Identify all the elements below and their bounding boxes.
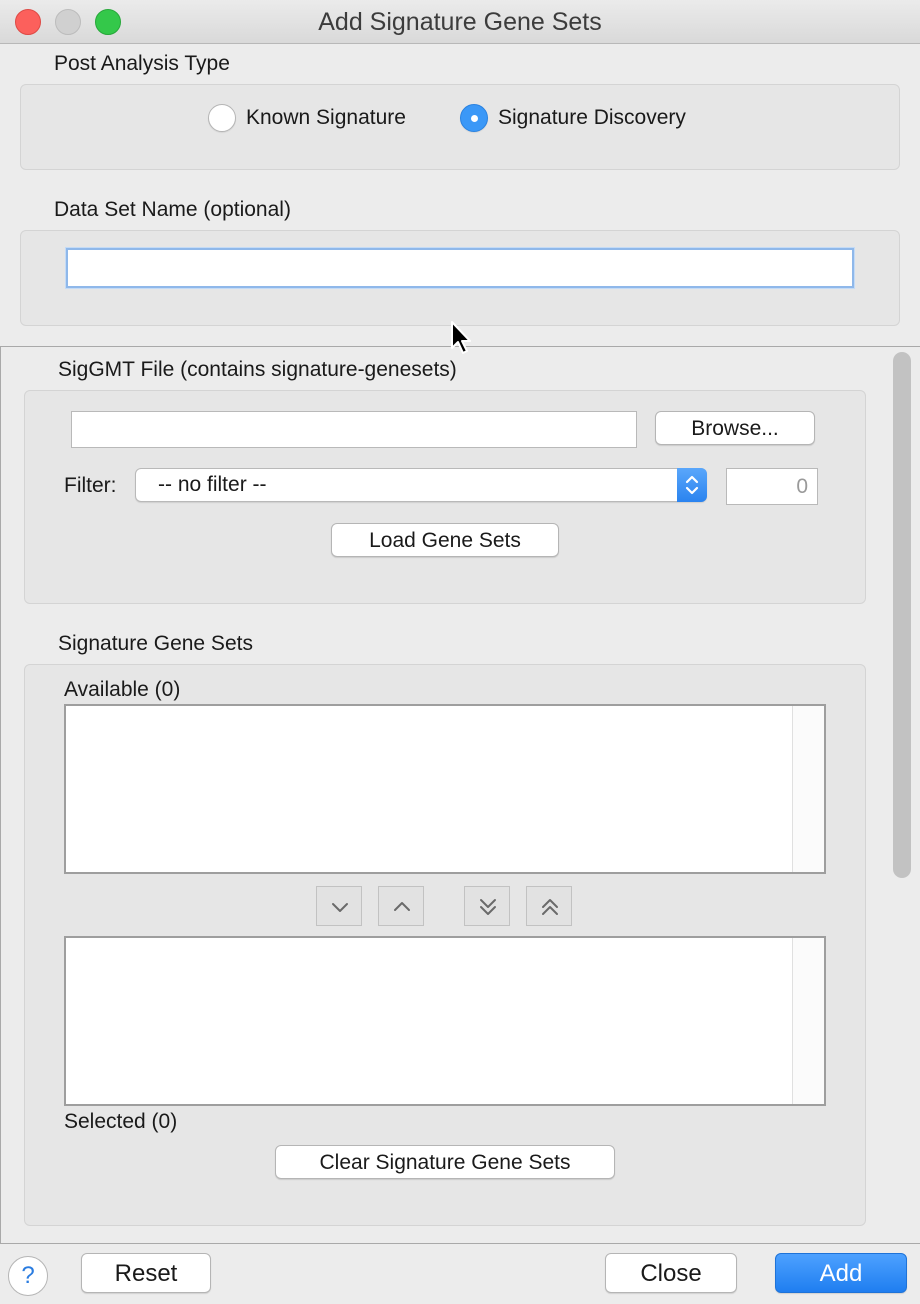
known-signature-radio[interactable] — [208, 104, 236, 132]
filter-label: Filter: — [64, 474, 117, 497]
selected-label: Selected (0) — [64, 1110, 178, 1133]
post-analysis-type-panel — [20, 84, 900, 170]
move-all-up-button[interactable] — [526, 886, 572, 926]
chevron-down-icon — [329, 897, 351, 922]
signature-discovery-radio[interactable] — [460, 104, 488, 132]
signature-gene-sets-label: Signature Gene Sets — [58, 632, 253, 655]
vertical-scrollbar-thumb[interactable] — [893, 352, 911, 878]
dataset-name-label: Data Set Name (optional) — [54, 198, 291, 221]
signature-discovery-label[interactable]: Signature Discovery — [498, 106, 686, 130]
browse-button[interactable]: Browse... — [655, 411, 815, 445]
selected-list-scrollbar[interactable] — [792, 938, 824, 1104]
siggmt-section-label: SigGMT File (contains signature-genesets… — [58, 358, 457, 381]
mouse-cursor-icon — [450, 320, 474, 361]
help-button[interactable]: ? — [8, 1256, 48, 1296]
reset-button[interactable]: Reset — [81, 1253, 211, 1293]
available-list[interactable] — [64, 704, 826, 874]
filter-select-value: -- no filter -- — [158, 473, 267, 496]
add-button[interactable]: Add — [775, 1253, 907, 1293]
double-chevron-up-icon — [539, 895, 561, 924]
close-button[interactable]: Close — [605, 1253, 737, 1293]
load-gene-sets-button[interactable]: Load Gene Sets — [331, 523, 559, 557]
move-up-button[interactable] — [378, 886, 424, 926]
siggmt-file-input[interactable] — [71, 411, 637, 448]
dataset-name-input[interactable] — [66, 248, 854, 288]
move-down-button[interactable] — [316, 886, 362, 926]
known-signature-label[interactable]: Known Signature — [246, 106, 406, 130]
chevron-up-icon — [391, 897, 413, 922]
filter-number-field[interactable]: 0 — [726, 468, 818, 505]
clear-signature-gene-sets-button[interactable]: Clear Signature Gene Sets — [275, 1145, 615, 1179]
window-title: Add Signature Gene Sets — [318, 8, 602, 36]
select-arrows-icon — [677, 468, 707, 502]
double-chevron-down-icon — [477, 895, 499, 924]
available-list-scrollbar[interactable] — [792, 706, 824, 872]
selected-list[interactable] — [64, 936, 826, 1106]
post-analysis-type-label: Post Analysis Type — [54, 52, 230, 75]
available-label: Available (0) — [64, 678, 181, 701]
filter-select[interactable]: -- no filter -- — [135, 468, 707, 502]
move-all-down-button[interactable] — [464, 886, 510, 926]
